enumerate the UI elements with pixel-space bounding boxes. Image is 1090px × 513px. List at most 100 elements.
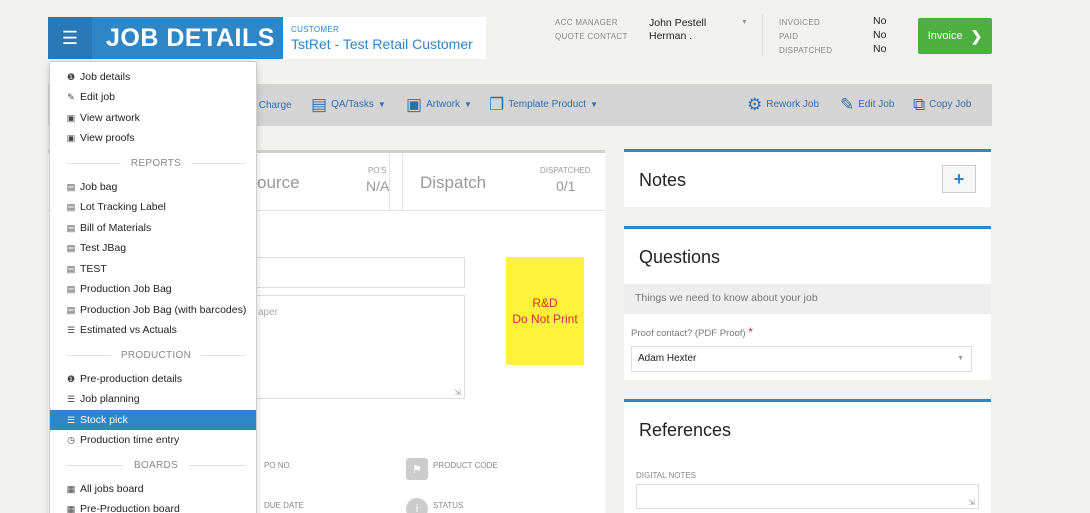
menu-section-production: PRODUCTION bbox=[50, 348, 256, 362]
proof-contact-text: Proof contact? (PDF Proof) bbox=[631, 328, 746, 339]
sticky-note: R&D Do Not Print bbox=[506, 257, 584, 365]
menu-item-estimated-vs-actuals[interactable]: ☰ Estimated vs Actuals bbox=[50, 320, 256, 340]
menu-item-view-artwork[interactable]: ▣ View artwork bbox=[50, 108, 256, 128]
customer-box[interactable]: CUSTOMER TstRet - Test Retail Customer bbox=[283, 17, 486, 59]
dispatch-label: Dispatch bbox=[420, 173, 487, 192]
dispatch-stat: Dispatch DISPATCHED 0/1 bbox=[402, 153, 605, 210]
resize-handle-icon[interactable]: ⇲ bbox=[968, 498, 975, 507]
edit-icon: ✎ bbox=[67, 91, 75, 102]
digital-notes-textarea[interactable]: ⇲ bbox=[636, 484, 979, 509]
report-icon: ▤ bbox=[66, 304, 76, 315]
menu-item-label: View artwork bbox=[80, 112, 140, 124]
board-icon: ▦ bbox=[66, 483, 76, 494]
menu-item-job-planning[interactable]: ☰ Job planning bbox=[50, 389, 256, 409]
gears-icon: ⚙ bbox=[747, 95, 763, 114]
menu-item-edit-job[interactable]: ✎ Edit job bbox=[50, 87, 256, 107]
page-title: JOB DETAILS bbox=[106, 23, 275, 52]
menu-item-bill-of-materials[interactable]: ▤ Bill of Materials bbox=[50, 218, 256, 238]
qa-tasks-button[interactable]: ▤ QA/Tasks ▼ bbox=[311, 96, 386, 113]
menu-item-all-jobs-board[interactable]: ▦ All jobs board bbox=[50, 479, 256, 499]
invoice-button[interactable]: Invoice ❯ bbox=[918, 18, 992, 54]
image-icon: ▣ bbox=[66, 132, 76, 143]
acc-manager-caret-icon[interactable]: ▼ bbox=[741, 19, 748, 26]
chevron-right-icon: ❯ bbox=[970, 27, 983, 44]
menu-section-boards: BOARDS bbox=[50, 458, 256, 472]
report-icon: ▤ bbox=[66, 283, 76, 294]
product-code-label: PRODUCT CODE bbox=[433, 461, 498, 470]
section-label: BOARDS bbox=[133, 459, 179, 471]
menu-item-job-bag[interactable]: ▤ Job bag bbox=[50, 177, 256, 197]
questions-subtitle: Things we need to know about your job bbox=[624, 284, 991, 314]
menu-item-label: Bill of Materials bbox=[80, 222, 152, 234]
image-icon: ▣ bbox=[406, 95, 423, 114]
due-date-label: DUE DATE bbox=[264, 501, 304, 510]
digital-notes-label: DIGITAL NOTES bbox=[636, 471, 697, 480]
menu-item-lot-tracking-label[interactable]: ▤ Lot Tracking Label bbox=[50, 197, 256, 217]
copy-job-button[interactable]: ⧉ Copy Job bbox=[913, 96, 971, 113]
invoiced-value: No bbox=[873, 15, 887, 27]
resize-handle-icon[interactable]: ⇲ bbox=[454, 388, 461, 397]
menu-item-view-proofs[interactable]: ▣ View proofs bbox=[50, 128, 256, 148]
template-product-button[interactable]: ❐ Template Product ▼ bbox=[489, 96, 598, 113]
menu-item-pre-production-board[interactable]: ▦ Pre-Production board bbox=[50, 499, 256, 513]
menu-item-job-details[interactable]: ❶ Job details bbox=[50, 67, 256, 87]
menu-item-production-job-bag-barcodes[interactable]: ▤ Production Job Bag (with barcodes) bbox=[50, 300, 256, 320]
list-icon: ☰ bbox=[66, 324, 76, 335]
menu-item-pre-production-details[interactable]: ❶ Pre-production details bbox=[50, 369, 256, 389]
menu-item-stock-pick[interactable]: ☰ Stock pick bbox=[50, 410, 256, 430]
section-label: PRODUCTION bbox=[120, 349, 192, 361]
menu-item-label: Job bag bbox=[80, 181, 118, 193]
artwork-button[interactable]: ▣ Artwork ▼ bbox=[406, 96, 472, 113]
menu-item-label: Production time entry bbox=[80, 434, 180, 446]
menu-item-production-time-entry[interactable]: ◷ Production time entry bbox=[50, 430, 256, 450]
charge-button[interactable]: c Charge bbox=[251, 100, 292, 111]
edit-icon: ✎ bbox=[840, 95, 855, 114]
menu-item-label: Test JBag bbox=[80, 242, 127, 254]
paid-label: PAID bbox=[779, 32, 799, 41]
image-icon: ▣ bbox=[66, 112, 76, 123]
menu-item-label: Estimated vs Actuals bbox=[80, 324, 177, 336]
job-title-input[interactable] bbox=[240, 257, 465, 288]
caret-down-icon: ▼ bbox=[590, 100, 598, 109]
menu-item-test-jbag[interactable]: ▤ Test JBag bbox=[50, 238, 256, 258]
report-icon: ▤ bbox=[66, 201, 76, 212]
menu-item-production-job-bag[interactable]: ▤ Production Job Bag bbox=[50, 279, 256, 299]
paid-value: No bbox=[873, 29, 887, 41]
pos-value: N/A bbox=[366, 178, 390, 194]
menu-item-label: All jobs board bbox=[80, 483, 144, 495]
menu-item-test[interactable]: ▤ TEST bbox=[50, 259, 256, 279]
dispatched-value: 0/1 bbox=[556, 178, 576, 194]
caret-down-icon: ▼ bbox=[463, 100, 472, 109]
proof-contact-value: Adam Hexter bbox=[638, 353, 697, 364]
report-icon: ▤ bbox=[66, 263, 76, 274]
dispatched-status-value: No bbox=[873, 43, 887, 55]
edit-job-button[interactable]: ✎ Edit Job bbox=[840, 96, 894, 113]
menu-item-label: TEST bbox=[80, 263, 107, 275]
required-mark: * bbox=[748, 325, 753, 339]
menu-item-label: Pre-Production board bbox=[80, 503, 180, 513]
charge-label: c Charge bbox=[251, 100, 292, 111]
proof-contact-select[interactable]: Adam Hexter ▼ bbox=[631, 346, 972, 372]
caret-down-icon: ▼ bbox=[377, 100, 386, 109]
header-divider bbox=[762, 14, 763, 56]
invoiced-label: INVOICED bbox=[779, 18, 821, 27]
add-note-button[interactable]: + bbox=[942, 165, 976, 193]
menu-item-label: Job details bbox=[80, 71, 131, 83]
board-icon: ▦ bbox=[66, 503, 76, 513]
section-label: REPORTS bbox=[130, 157, 182, 169]
edit-job-label: Edit Job bbox=[858, 99, 895, 110]
template-product-label: Template Product bbox=[508, 99, 587, 110]
report-icon: ▤ bbox=[66, 181, 76, 192]
info-icon: ❶ bbox=[66, 373, 76, 384]
list-icon: ☰ bbox=[66, 414, 76, 425]
menu-toggle-button[interactable]: ☰ bbox=[48, 17, 92, 59]
customer-name[interactable]: TstRet - Test Retail Customer bbox=[291, 36, 478, 52]
menu-item-label: Pre-production details bbox=[80, 373, 183, 385]
acc-manager-value[interactable]: John Pestell bbox=[649, 17, 706, 29]
menu-item-label: Job planning bbox=[80, 393, 140, 405]
menu-item-label: Lot Tracking Label bbox=[80, 201, 166, 213]
quote-contact-value[interactable]: Herman . bbox=[649, 30, 692, 42]
job-description-textarea[interactable]: aper ⇲ bbox=[240, 295, 465, 399]
rework-job-button[interactable]: ⚙ Rework Job bbox=[747, 96, 819, 113]
acc-manager-label: ACC MANAGER bbox=[555, 18, 618, 27]
